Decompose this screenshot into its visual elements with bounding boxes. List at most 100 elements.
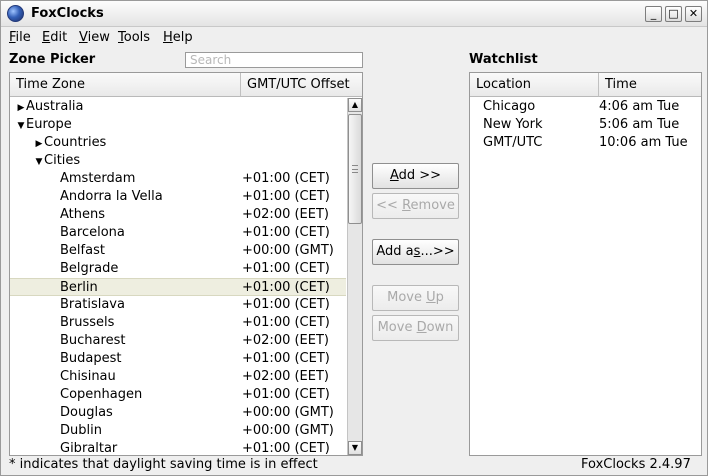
zone-offset: +01:00 (CET) — [242, 189, 330, 204]
menu-file[interactable]: File — [9, 30, 31, 45]
zone-row[interactable]: Amsterdam +01:00 (CET) — [10, 170, 346, 188]
watchlist-title: Watchlist — [469, 52, 538, 67]
zone-tree-rows: ▶ Australia ▼ Europe ▶ Countries ▼ Cities Amster… — [10, 98, 346, 458]
search-input[interactable] — [185, 52, 363, 68]
tree-group-row[interactable]: ▶ Countries — [10, 134, 346, 152]
grip-icon — [352, 165, 358, 173]
zone-offset: +01:00 (CET) — [242, 280, 330, 295]
zone-row[interactable]: Bratislava +01:00 (CET) — [10, 296, 346, 314]
zone-row[interactable]: Brussels +01:00 (CET) — [10, 314, 346, 332]
zone-offset: +00:00 (GMT) — [242, 243, 334, 258]
zone-row[interactable]: Budapest +01:00 (CET) — [10, 350, 346, 368]
zone-offset: +01:00 (CET) — [242, 171, 330, 186]
tree-group-row[interactable]: ▼ Cities — [10, 152, 346, 170]
window-title: FoxClocks — [31, 6, 104, 21]
zone-name: Chisinau — [60, 369, 116, 384]
watchlist-location: GMT/UTC — [483, 135, 543, 150]
add-button[interactable]: Add >> — [372, 163, 459, 189]
maximize-icon: □ — [668, 7, 679, 20]
expanded-triangle-icon[interactable]: ▼ — [16, 117, 26, 135]
zone-offset: +02:00 (EET) — [242, 369, 330, 384]
expanded-triangle-icon[interactable]: ▼ — [34, 153, 44, 171]
zone-row[interactable]: Copenhagen +01:00 (CET) — [10, 386, 346, 404]
zone-picker-title: Zone Picker — [9, 52, 96, 67]
collapsed-triangle-icon[interactable]: ▶ — [34, 135, 44, 153]
zone-offset: +01:00 (CET) — [242, 387, 330, 402]
move-down-button[interactable]: Move Down — [372, 315, 459, 341]
tree-group-row[interactable]: ▼ Europe — [10, 116, 346, 134]
menu-help[interactable]: Help — [163, 30, 193, 45]
watchlist-row[interactable]: New York 5:06 am Tue — [470, 116, 701, 134]
minimize-button[interactable]: _ — [645, 6, 662, 22]
zone-name: Australia — [26, 99, 84, 114]
zone-name: Copenhagen — [60, 387, 143, 402]
zone-name: Amsterdam — [60, 171, 136, 186]
title-bar[interactable]: FoxClocks _ □ ✕ — [1, 1, 707, 27]
zone-offset: +02:00 (EET) — [242, 333, 330, 348]
zone-name: Budapest — [60, 351, 122, 366]
scroll-down-button[interactable]: ▼ — [348, 441, 362, 455]
zone-name: Belfast — [60, 243, 105, 258]
zone-offset: +02:00 (EET) — [242, 207, 330, 222]
zone-name: Countries — [44, 135, 107, 150]
maximize-button[interactable]: □ — [665, 6, 682, 22]
zone-name: Dublin — [60, 423, 102, 438]
minimize-icon: _ — [650, 7, 657, 20]
scroll-up-button[interactable]: ▲ — [348, 98, 362, 112]
scroll-thumb[interactable] — [348, 114, 362, 224]
zone-offset: +01:00 (CET) — [242, 441, 330, 456]
zone-offset: +01:00 (CET) — [242, 261, 330, 276]
zone-name: Belgrade — [60, 261, 119, 276]
zone-name: Bucharest — [60, 333, 126, 348]
column-header-offset[interactable]: GMT/UTC Offset — [240, 73, 362, 97]
zone-name: Gibraltar — [60, 441, 118, 456]
zone-offset: +00:00 (GMT) — [242, 405, 334, 420]
zone-offset: +01:00 (CET) — [242, 225, 330, 240]
remove-button[interactable]: << Remove — [372, 193, 459, 219]
dst-note: * indicates that daylight saving time is… — [9, 457, 318, 472]
column-header-time-zone[interactable]: Time Zone — [10, 73, 240, 97]
zone-name: Europe — [26, 117, 72, 132]
foxclocks-window: FoxClocks _ □ ✕ File Edit View Tools Hel… — [0, 0, 708, 476]
column-header-location[interactable]: Location — [470, 73, 598, 97]
zone-offset: +01:00 (CET) — [242, 315, 330, 330]
zone-name: Cities — [44, 153, 81, 168]
zone-tree-scrollbar[interactable]: ▲ ▼ — [347, 98, 362, 455]
watchlist-row[interactable]: Chicago 4:06 am Tue — [470, 98, 701, 116]
zone-row[interactable]: Barcelona +01:00 (CET) — [10, 224, 346, 242]
watchlist-time: 10:06 am Tue — [599, 135, 688, 150]
add-as-button[interactable]: Add as...>> — [372, 239, 459, 265]
version-label: FoxClocks 2.4.97 — [581, 457, 691, 472]
menu-view[interactable]: View — [79, 30, 110, 45]
menu-edit[interactable]: Edit — [42, 30, 67, 45]
zone-name: Athens — [60, 207, 106, 222]
zone-name: Barcelona — [60, 225, 125, 240]
zone-name: Brussels — [60, 315, 115, 330]
zone-row[interactable]: Bucharest +02:00 (EET) — [10, 332, 346, 350]
zone-offset: +00:00 (GMT) — [242, 423, 334, 438]
zone-row[interactable]: Belfast +00:00 (GMT) — [10, 242, 346, 260]
zone-tree: Time Zone GMT/UTC Offset ▶ Australia ▼ Euro… — [9, 72, 363, 456]
close-button[interactable]: ✕ — [685, 6, 702, 22]
zone-row[interactable]: Andorra la Vella +01:00 (CET) — [10, 188, 346, 206]
zone-row[interactable]: Dublin +00:00 (GMT) — [10, 422, 346, 440]
menu-tools[interactable]: Tools — [118, 30, 150, 45]
column-header-time[interactable]: Time — [598, 73, 701, 97]
zone-row[interactable]: Gibraltar +01:00 (CET) — [10, 440, 346, 458]
zone-row[interactable]: Berlin +01:00 (CET) — [10, 278, 346, 296]
zone-name: Berlin — [60, 280, 98, 295]
zone-offset: +01:00 (CET) — [242, 351, 330, 366]
move-up-button[interactable]: Move Up — [372, 285, 459, 311]
zone-row[interactable]: Belgrade +01:00 (CET) — [10, 260, 346, 278]
collapsed-triangle-icon[interactable]: ▶ — [16, 99, 26, 117]
zone-row[interactable]: Chisinau +02:00 (EET) — [10, 368, 346, 386]
zone-name: Andorra la Vella — [60, 189, 163, 204]
globe-icon — [7, 5, 24, 22]
zone-offset: +01:00 (CET) — [242, 297, 330, 312]
watchlist-rows: Chicago 4:06 am Tue New York 5:06 am Tue… — [470, 98, 701, 152]
tree-group-row[interactable]: ▶ Australia — [10, 98, 346, 116]
watchlist-table: Location Time Chicago 4:06 am Tue New Yo… — [469, 72, 702, 456]
zone-row[interactable]: Douglas +00:00 (GMT) — [10, 404, 346, 422]
watchlist-row[interactable]: GMT/UTC 10:06 am Tue — [470, 134, 701, 152]
zone-row[interactable]: Athens +02:00 (EET) — [10, 206, 346, 224]
